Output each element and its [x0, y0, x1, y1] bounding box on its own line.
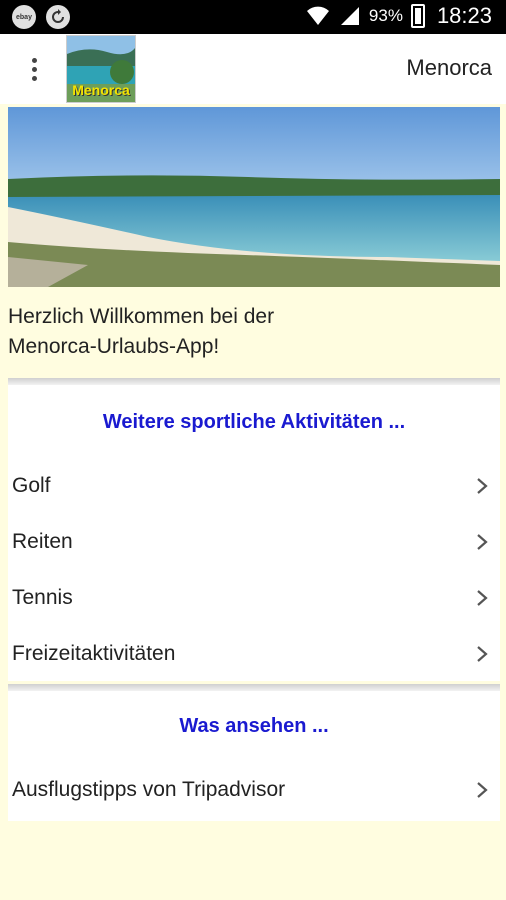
status-bar: ebay 93% 18:23 [0, 0, 506, 34]
chevron-right-icon [477, 646, 488, 662]
section-heading-sightseeing: Was ansehen ... [179, 715, 329, 737]
welcome-line-1: Herzlich Willkommen bei der [8, 305, 275, 328]
app-logo: Menorca [67, 36, 135, 102]
list-item-label: Reiten [12, 530, 73, 553]
welcome-text: Herzlich Willkommen bei der Menorca-Urla… [8, 302, 488, 362]
list-item-tennis[interactable]: Tennis [8, 570, 500, 626]
welcome-line-2: Menorca-Urlaubs-App! [8, 335, 220, 358]
list-item-label: Golf [12, 474, 51, 497]
overflow-menu-icon[interactable] [14, 44, 54, 94]
list-item-freizeitaktivitaeten[interactable]: Freizeitaktivitäten [8, 626, 500, 682]
wifi-icon [306, 6, 329, 25]
list-item-label: Tennis [12, 586, 73, 609]
list-item-label: Freizeitaktivitäten [12, 642, 176, 665]
signal-icon [340, 7, 359, 25]
list-item-golf[interactable]: Golf [8, 458, 500, 514]
section-divider [8, 684, 500, 691]
ebay-kleinanzeigen-icon: ebay [12, 5, 36, 29]
app-title: Menorca [406, 55, 492, 80]
beach-image [8, 107, 500, 287]
chevron-right-icon [477, 534, 488, 550]
chevron-right-icon [477, 590, 488, 606]
list-item-tripadvisor[interactable]: Ausflugstipps von Tripadvisor [8, 762, 500, 818]
logo-text: Menorca [72, 82, 130, 98]
battery-icon [410, 4, 425, 28]
sightseeing-section: Was ansehen ... Ausflugstipps von Tripad… [8, 691, 500, 821]
chevron-right-icon [477, 478, 488, 494]
list-item-label: Ausflugstipps von Tripadvisor [12, 778, 286, 801]
clock: 18:23 [436, 3, 492, 28]
sync-icon [46, 5, 70, 29]
section-heading-sports: Weitere sportliche Aktivitäten ... [102, 411, 406, 433]
battery-percent: 93% [368, 6, 403, 25]
sports-section: Weitere sportliche Aktivitäten ... Golf … [8, 385, 500, 681]
section-divider [8, 378, 500, 385]
list-item-reiten[interactable]: Reiten [8, 514, 500, 570]
chevron-right-icon [477, 782, 488, 798]
